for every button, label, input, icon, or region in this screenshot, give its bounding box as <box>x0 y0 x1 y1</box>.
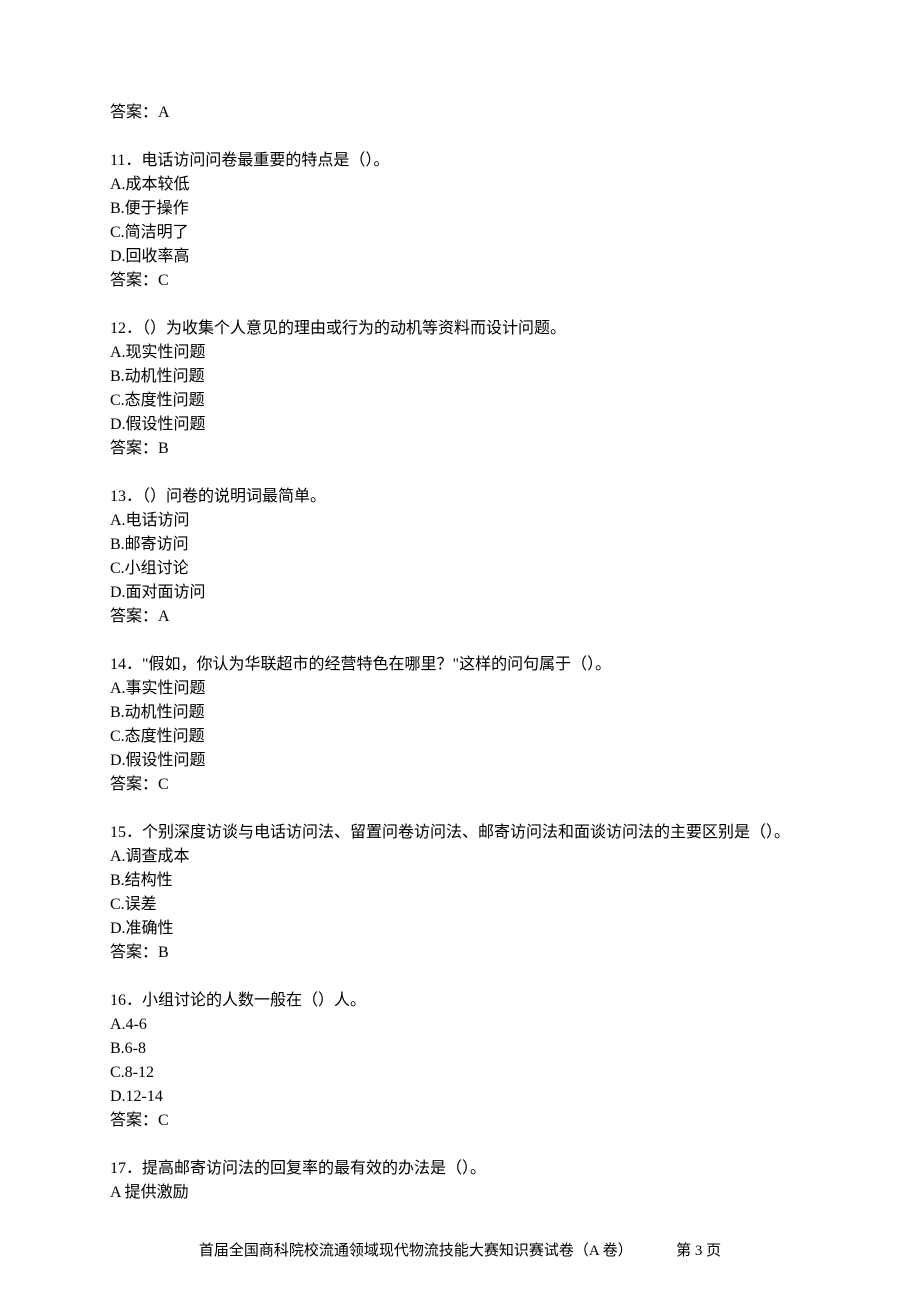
question-stem: 15．个别深度访谈与电话访问法、留置问卷访问法、邮寄访问法和面谈访问法的主要区别… <box>110 821 810 845</box>
option-b: B.邮寄访问 <box>110 533 810 557</box>
option-a: A.成本较低 <box>110 173 810 197</box>
question-stem: 17．提高邮寄访问法的回复率的最有效的办法是（）。 <box>110 1157 810 1181</box>
question-stem: 12．（）为收集个人意见的理由或行为的动机等资料而设计问题。 <box>110 317 810 341</box>
option-d: D.12-14 <box>110 1085 810 1109</box>
option-d: D.回收率高 <box>110 245 810 269</box>
option-c: C.8-12 <box>110 1061 810 1085</box>
answer: 答案：B <box>110 437 810 461</box>
option-b: B.动机性问题 <box>110 701 810 725</box>
option-a: A.事实性问题 <box>110 677 810 701</box>
option-a: A.调查成本 <box>110 845 810 869</box>
option-b: B.6-8 <box>110 1037 810 1061</box>
footer-title: 首届全国商科院校流通领域现代物流技能大赛知识赛试卷（A 卷） <box>199 1243 633 1259</box>
option-c: C.小组讨论 <box>110 557 810 581</box>
option-b: B.结构性 <box>110 869 810 893</box>
question-15: 15．个别深度访谈与电话访问法、留置问卷访问法、邮寄访问法和面谈访问法的主要区别… <box>110 821 810 965</box>
question-stem: 11．电话访问问卷最重要的特点是（）。 <box>110 149 810 173</box>
question-stem: 13．（）问卷的说明词最简单。 <box>110 485 810 509</box>
option-a: A.现实性问题 <box>110 341 810 365</box>
question-13: 13．（）问卷的说明词最简单。 A.电话访问 B.邮寄访问 C.小组讨论 D.面… <box>110 485 810 629</box>
question-11: 11．电话访问问卷最重要的特点是（）。 A.成本较低 B.便于操作 C.简洁明了… <box>110 149 810 293</box>
option-a: A.4-6 <box>110 1013 810 1037</box>
answer: 答案：A <box>110 605 810 629</box>
page-footer: 首届全国商科院校流通领域现代物流技能大赛知识赛试卷（A 卷） 第 3 页 <box>0 1240 920 1263</box>
option-b: B.便于操作 <box>110 197 810 221</box>
option-d: D.假设性问题 <box>110 749 810 773</box>
question-stem: 16．小组讨论的人数一般在（）人。 <box>110 989 810 1013</box>
option-c: C.态度性问题 <box>110 389 810 413</box>
option-c: C.态度性问题 <box>110 725 810 749</box>
answer: 答案：C <box>110 1109 810 1133</box>
option-c: C.误差 <box>110 893 810 917</box>
option-d: D.准确性 <box>110 917 810 941</box>
answer: 答案：B <box>110 941 810 965</box>
option-d: D.假设性问题 <box>110 413 810 437</box>
option-c: C.简洁明了 <box>110 221 810 245</box>
question-14: 14．"假如，你认为华联超市的经营特色在哪里？"这样的问句属于（）。 A.事实性… <box>110 653 810 797</box>
option-d: D.面对面访问 <box>110 581 810 605</box>
option-a: A.电话访问 <box>110 509 810 533</box>
question-17: 17．提高邮寄访问法的回复率的最有效的办法是（）。 A 提供激励 <box>110 1157 810 1205</box>
answer: 答案：C <box>110 773 810 797</box>
previous-answer: 答案：A <box>110 101 810 125</box>
answer: 答案：C <box>110 269 810 293</box>
question-stem: 14．"假如，你认为华联超市的经营特色在哪里？"这样的问句属于（）。 <box>110 653 810 677</box>
question-12: 12．（）为收集个人意见的理由或行为的动机等资料而设计问题。 A.现实性问题 B… <box>110 317 810 461</box>
question-16: 16．小组讨论的人数一般在（）人。 A.4-6 B.6-8 C.8-12 D.1… <box>110 989 810 1133</box>
option-b: B.动机性问题 <box>110 365 810 389</box>
option-a: A 提供激励 <box>110 1181 810 1205</box>
document-page: 答案：A 11．电话访问问卷最重要的特点是（）。 A.成本较低 B.便于操作 C… <box>0 0 920 1302</box>
footer-page-number: 第 3 页 <box>676 1243 721 1259</box>
